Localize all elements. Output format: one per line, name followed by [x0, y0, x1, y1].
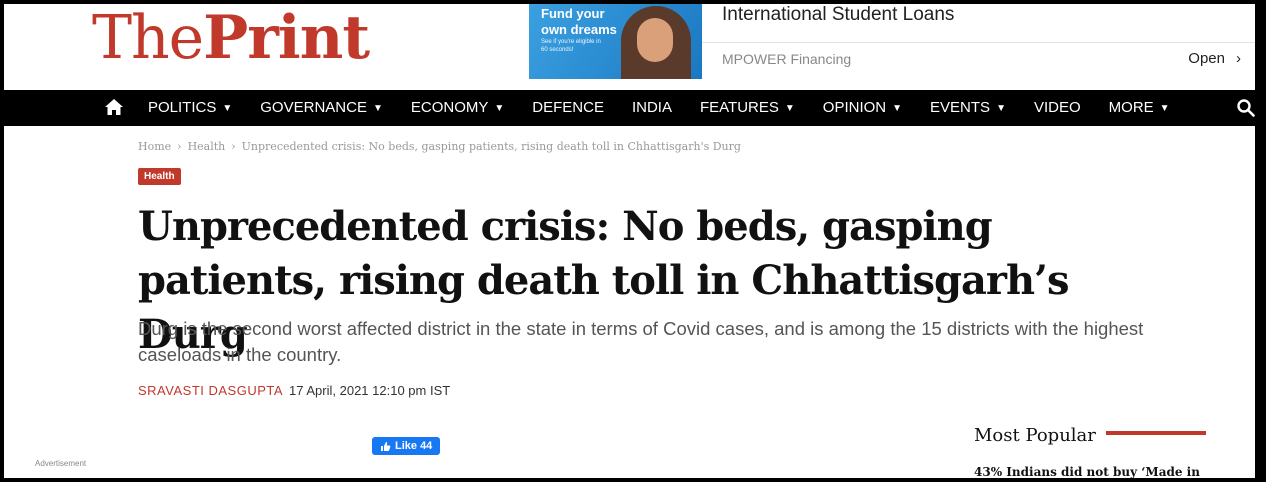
main-nav: POLITICS ▼ GOVERNANCE ▼ ECONOMY ▼ DEFENCE I… — [4, 90, 1255, 126]
nav-item-economy[interactable]: ECONOMY ▼ — [411, 90, 504, 126]
nav-label: POLITICS — [148, 99, 217, 116]
chevron-down-icon: ▼ — [222, 103, 233, 114]
ad-sponsor: MPOWER Financing — [722, 51, 852, 67]
nav-label: ECONOMY — [410, 99, 489, 116]
ad-divider — [702, 42, 1255, 43]
ad-title[interactable]: International Student Loans — [722, 4, 954, 26]
ad-person-face — [637, 18, 673, 62]
facebook-like-label: Like 44 — [395, 440, 433, 452]
breadcrumb-home[interactable]: Home — [138, 140, 171, 153]
most-popular-rule — [1106, 431, 1206, 435]
ad-banner[interactable]: Fund your own dreams See if you're eligi… — [529, 4, 1255, 79]
nav-label: EVENTS — [930, 99, 991, 116]
chevron-down-icon: ▼ — [494, 103, 505, 114]
nav-item-opinion[interactable]: OPINION ▼ — [823, 90, 902, 126]
chevron-down-icon: ▼ — [1159, 103, 1170, 114]
breadcrumb: Home › Health › Unprecedented crisis: No bed… — [138, 140, 741, 153]
nav-item-governance[interactable]: GOVERNANCE ▼ — [260, 90, 383, 126]
nav-item-features[interactable]: FEATURES ▼ — [700, 90, 795, 126]
thumbs-up-icon — [381, 441, 391, 451]
category-tag[interactable]: Health — [138, 168, 181, 185]
chevron-right-icon[interactable]: › — [1236, 50, 1241, 67]
ad-image-line1: Fund your — [541, 6, 605, 21]
nav-label: MORE — [1108, 99, 1154, 116]
nav-label: GOVERNANCE — [260, 99, 367, 116]
popular-item-link[interactable]: 43% Indians did not buy ‘Made in — [974, 465, 1200, 478]
chevron-down-icon: ▼ — [996, 103, 1006, 114]
site-logo[interactable]: ThePrint — [92, 4, 370, 73]
breadcrumb-separator: › — [231, 140, 236, 153]
ad-image[interactable]: Fund your own dreams See if you're eligi… — [529, 4, 702, 79]
home-icon[interactable] — [104, 98, 124, 116]
breadcrumb-section[interactable]: Health — [188, 140, 226, 153]
breadcrumb-current: Unprecedented crisis: No beds, gasping p… — [241, 140, 741, 153]
logo-print: Print — [203, 4, 370, 73]
nav-label: DEFENCE — [532, 99, 604, 116]
nav-item-events[interactable]: EVENTS ▼ — [930, 90, 1006, 126]
search-icon[interactable] — [1237, 99, 1255, 117]
breadcrumb-separator: › — [177, 140, 182, 153]
chevron-down-icon: ▼ — [892, 103, 903, 114]
nav-label: FEATURES — [699, 99, 779, 116]
chevron-down-icon: ▼ — [372, 103, 383, 114]
facebook-like-button[interactable]: Like 44 — [372, 437, 441, 455]
nav-label: VIDEO — [1033, 99, 1081, 116]
author-link[interactable]: Sravasti Dasgupta — [138, 383, 283, 398]
nav-label: OPINION — [822, 99, 887, 116]
ad-image-headline: Fund your own dreams — [541, 6, 617, 38]
ad-open-button[interactable]: Open — [1188, 50, 1225, 67]
ad-image-small-text: See if you're eligible in 60 seconds! — [541, 39, 601, 53]
nav-menu: POLITICS ▼ GOVERNANCE ▼ ECONOMY ▼ DEFENCE I… — [148, 90, 1198, 126]
advertisement-label: Advertisement — [35, 459, 87, 468]
nav-item-more[interactable]: MORE ▼ — [1109, 90, 1170, 126]
chevron-down-icon: ▼ — [784, 103, 795, 114]
page-frame: ThePrint Fund your own dreams See if you… — [4, 4, 1255, 478]
nav-item-defence[interactable]: DEFENCE — [532, 90, 604, 126]
logo-the: The — [92, 4, 204, 73]
article-dek: Durg is the second worst affected distri… — [138, 318, 1144, 365]
ad-image-line2: own dreams — [541, 22, 617, 37]
byline: Sravasti Dasgupta 17 April, 2021 12:10 pm… — [138, 383, 450, 398]
nav-item-india[interactable]: INDIA — [632, 90, 672, 126]
nav-label: INDIA — [631, 99, 672, 116]
nav-item-video[interactable]: VIDEO — [1034, 90, 1081, 126]
publish-date: 17 April, 2021 12:10 pm IST — [289, 383, 451, 398]
most-popular-heading: Most Popular — [974, 425, 1096, 446]
nav-item-politics[interactable]: POLITICS ▼ — [148, 90, 232, 126]
